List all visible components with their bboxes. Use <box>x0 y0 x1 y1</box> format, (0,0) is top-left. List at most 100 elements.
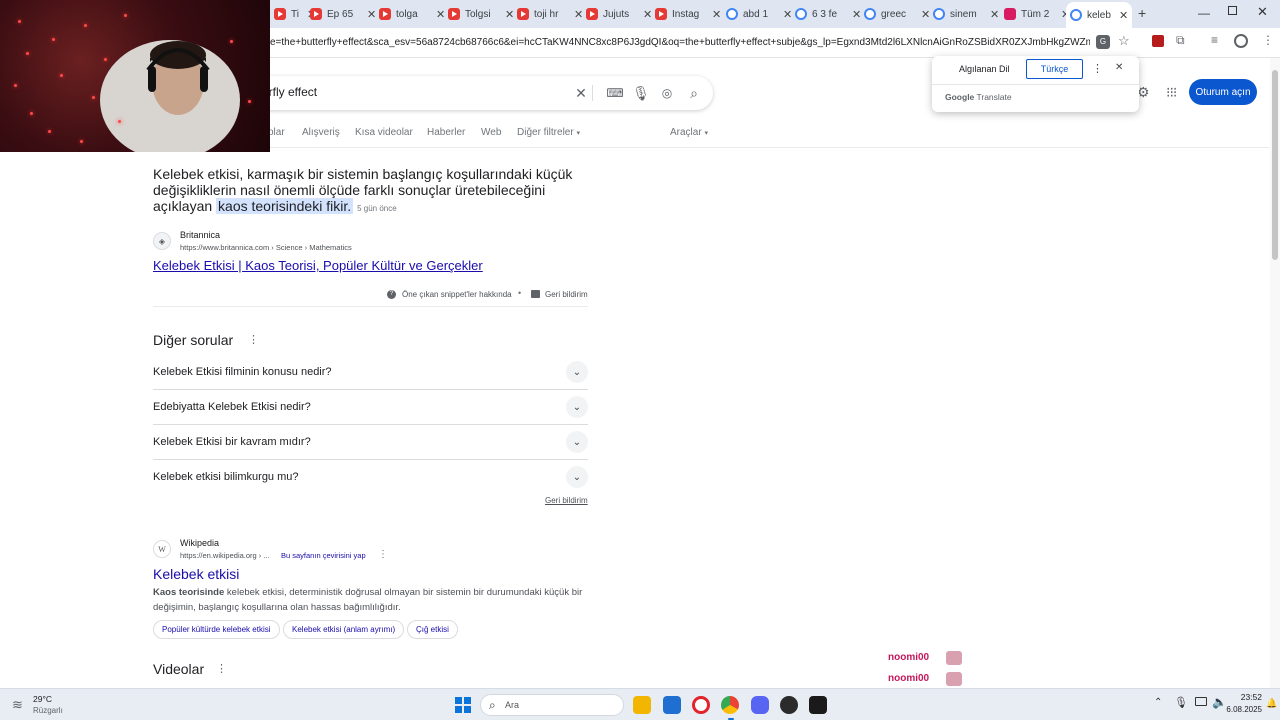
profile-icon[interactable] <box>1234 34 1248 48</box>
browser-tab[interactable]: toji hr ✕ <box>513 3 583 25</box>
menu-dots-icon[interactable]: ⋮ <box>1262 33 1274 47</box>
filter-short-videos[interactable]: Kısa videolar <box>355 127 413 138</box>
search-icon[interactable]: ⌕ <box>685 84 703 102</box>
extension-icon[interactable] <box>1152 35 1164 47</box>
filter-more[interactable]: Diğer filtreler ▾ <box>517 127 580 138</box>
puzzle-icon[interactable]: ⧉ <box>1176 33 1185 48</box>
scrollbar-thumb[interactable] <box>1272 70 1278 260</box>
taskbar-search[interactable]: ⌕ Ara <box>480 694 624 716</box>
divider <box>153 306 588 307</box>
youtube-icon <box>517 8 529 20</box>
browser-tab[interactable]: abd 1 ✕ <box>722 3 792 25</box>
close-tab-icon[interactable]: ✕ <box>990 8 999 21</box>
question-row[interactable]: Kelebek Etkisi filminin konusu nedir? ⌄ <box>153 355 588 390</box>
translate-icon[interactable]: G <box>1096 35 1110 49</box>
close-tab-icon[interactable]: ✕ <box>712 8 721 21</box>
wiki-result-link[interactable]: Kelebek etkisi <box>153 566 239 582</box>
microphone-icon[interactable]: 🎙 <box>1174 696 1188 709</box>
browser-tab[interactable]: Instag ✕ <box>651 3 721 25</box>
close-tab-icon[interactable]: ✕ <box>1119 9 1128 22</box>
apps-grid-icon[interactable]: ⁝⁝⁝ <box>1166 84 1177 101</box>
filter-images[interactable]: olar <box>268 127 285 138</box>
filter-shopping[interactable]: Alışveriş <box>302 127 340 138</box>
weather-wind-icon: ≋ <box>12 697 23 712</box>
instagram-icon <box>1004 8 1016 20</box>
target-language-button[interactable]: Türkçe <box>1026 59 1083 79</box>
question-row[interactable]: Kelebek Etkisi bir kavram mıdır? ⌄ <box>153 425 588 460</box>
filter-news[interactable]: Haberler <box>427 127 465 138</box>
detected-language-option[interactable]: Algılanan Dil <box>959 64 1010 74</box>
snippet-date: 5 gün önce <box>357 204 397 213</box>
videos-title: Videolar <box>153 661 205 677</box>
question-row[interactable]: Kelebek etkisi bilimkurgu mu? ⌄ <box>153 460 588 495</box>
featured-snippet: Kelebek etkisi, karmaşık bir sistemin ba… <box>153 166 573 217</box>
browser-tab[interactable]: sinem ✕ <box>929 3 999 25</box>
opera-icon[interactable] <box>692 696 710 714</box>
more-options-icon[interactable]: ⋮ <box>248 333 259 346</box>
microphone-icon[interactable]: 🎙 <box>632 84 650 102</box>
maximize-icon[interactable] <box>1228 6 1237 15</box>
more-options-icon[interactable]: ⋮ <box>378 549 388 560</box>
browser-tab[interactable]: Jujuts ✕ <box>582 3 652 25</box>
search-input[interactable] <box>262 85 542 99</box>
browser-tab[interactable]: Ep 65 ✕ <box>306 3 376 25</box>
snippet-result-link[interactable]: Kelebek Etkisi | Kaos Teorisi, Popüler K… <box>153 258 483 273</box>
file-explorer-icon[interactable] <box>633 696 651 714</box>
led-light <box>84 24 87 27</box>
clear-icon[interactable]: ✕ <box>572 84 590 102</box>
url-text[interactable]: e=the+butterfly+effect&sca_esv=56a8724cb… <box>270 37 1090 48</box>
related-chip[interactable]: Kelebek etkisi (anlam ayrımı) <box>283 620 405 639</box>
browser-tab[interactable]: Tüm 2✕ <box>1000 3 1070 25</box>
other-questions-title: Diğer sorular <box>153 332 234 348</box>
clock-date[interactable]: 6.08.2025 <box>1222 705 1262 714</box>
source-url[interactable]: https://www.britannica.com › Science › M… <box>180 243 352 252</box>
clock-time[interactable]: 23:52 <box>1232 692 1262 702</box>
led-light <box>230 40 233 43</box>
media-control-icon[interactable]: ≡ <box>1211 33 1218 47</box>
related-chip[interactable]: Popüler kültürde kelebek etkisi <box>153 620 280 639</box>
browser-tab[interactable]: tolga ✕ <box>375 3 445 25</box>
feedback-link[interactable]: Geri bildirim <box>545 290 588 299</box>
chrome-icon[interactable] <box>721 696 739 714</box>
search-box: ✕ ⌨ 🎙 ◎ ⌕ <box>240 76 713 110</box>
browser-tab[interactable]: 6 3 fe ✕ <box>791 3 861 25</box>
scrollbar[interactable] <box>1270 58 1280 688</box>
close-icon[interactable]: ✕ <box>1115 62 1123 73</box>
browser-tab-active[interactable]: keleb ✕ <box>1066 2 1132 28</box>
filter-web[interactable]: Web <box>481 127 501 138</box>
translate-page-link[interactable]: Bu sayfanın çevirisini yap <box>281 551 366 560</box>
wiki-snippet: Kaos teorisinde kelebek etkisi, determin… <box>153 585 588 615</box>
lens-icon[interactable]: ◎ <box>658 84 676 102</box>
translate-options-icon[interactable]: ⋮ <box>1092 62 1103 75</box>
monitor-icon[interactable] <box>1195 697 1207 706</box>
tools-button[interactable]: Araçlar ▾ <box>670 127 708 138</box>
question-row[interactable]: Edebiyatta Kelebek Etkisi nedir? ⌄ <box>153 390 588 425</box>
sign-in-button[interactable]: Oturum açın <box>1189 79 1257 105</box>
close-window-icon[interactable]: ✕ <box>1257 4 1268 20</box>
bookmark-star-icon[interactable]: ☆ <box>1118 33 1130 49</box>
separator-dot: • <box>518 288 522 298</box>
weather-temp[interactable]: 29°C <box>33 694 52 704</box>
browser-tab[interactable]: greec ✕ <box>860 3 930 25</box>
source-url[interactable]: https://en.wikipedia.org › ... <box>180 551 270 560</box>
questions-feedback-link[interactable]: Geri bildirim <box>545 496 588 505</box>
minimize-icon[interactable]: — <box>1198 6 1210 20</box>
browser-tab[interactable]: Tolgsi ✕ <box>444 3 514 25</box>
keyboard-icon[interactable]: ⌨ <box>606 84 624 102</box>
new-tab-icon[interactable]: + <box>1138 5 1146 21</box>
store-icon[interactable] <box>663 696 681 714</box>
about-snippets-link[interactable]: Öne çıkan snippet'ler hakkında <box>402 290 512 299</box>
discord-icon[interactable] <box>751 696 769 714</box>
tray-chevron-icon[interactable]: ⌃ <box>1154 697 1162 708</box>
youtube-icon <box>379 8 391 20</box>
more-options-icon[interactable]: ⋮ <box>216 662 227 675</box>
obs-icon[interactable] <box>780 696 798 714</box>
led-light <box>80 140 83 143</box>
windows-start-icon[interactable] <box>455 697 471 713</box>
epic-games-icon[interactable] <box>809 696 827 714</box>
led-light <box>92 96 95 99</box>
notification-bell-icon[interactable]: 🔔 <box>1266 698 1277 709</box>
related-chip[interactable]: Çığ etkisi <box>407 620 458 639</box>
source-name: Britannica <box>180 230 221 240</box>
divider <box>592 85 593 101</box>
